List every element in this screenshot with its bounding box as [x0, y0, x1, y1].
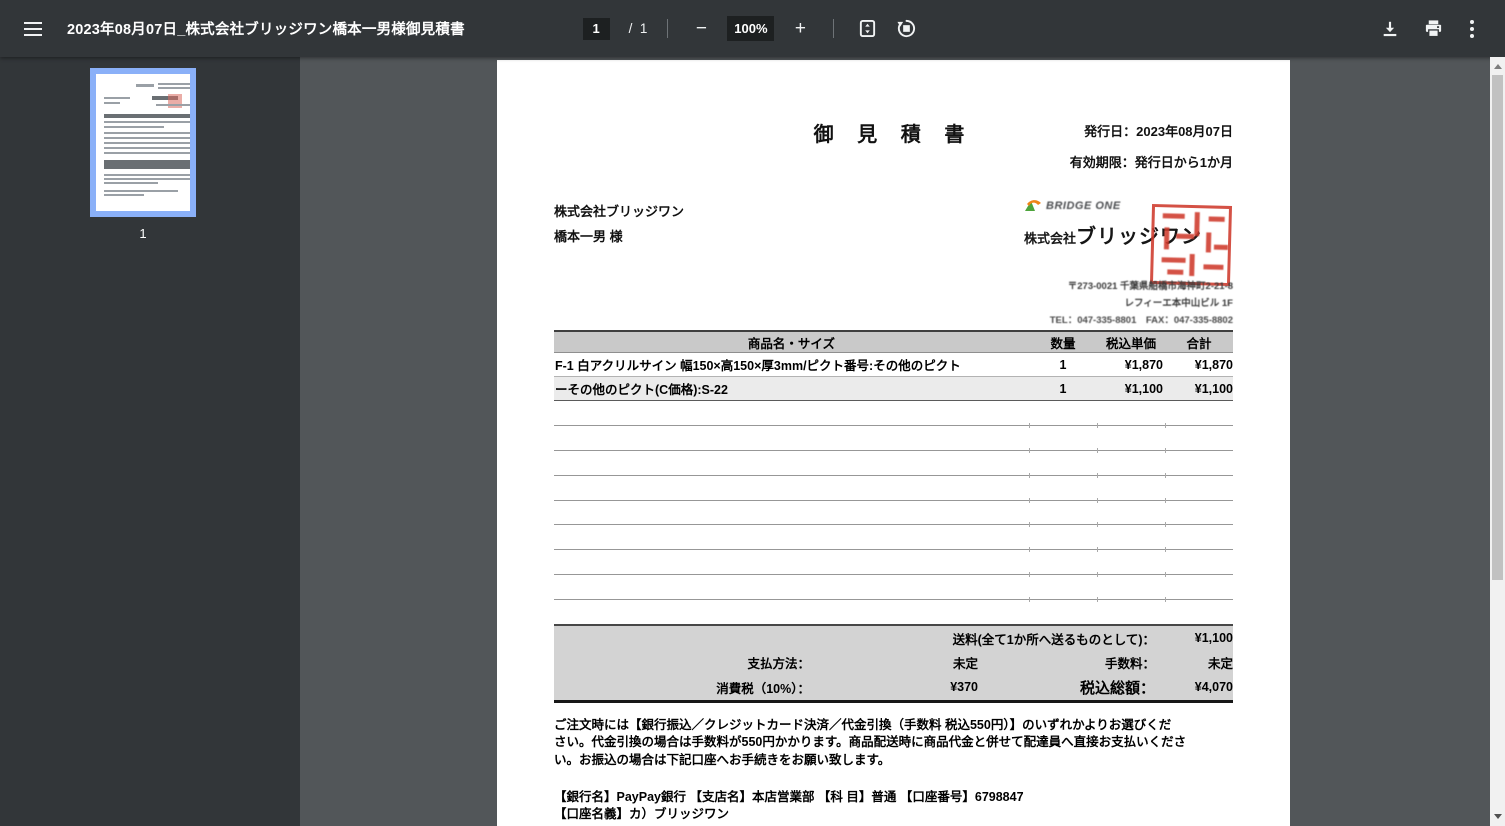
- empty-table-row: [554, 401, 1233, 428]
- payment-method-label: 支払方法：: [747, 657, 810, 672]
- toolbar-divider: [667, 19, 669, 38]
- empty-table-row: [554, 476, 1233, 503]
- issuer-address-line1: 〒273-0021 千葉県船橋市海神町2-21-8: [1067, 281, 1233, 292]
- issuer-block: BRIDGE ONE 株式会社ブリッジワン 〒273-0021 千葉県船橋市海神…: [1024, 198, 1233, 327]
- items-table-header: 商品名・サイズ 数量 税込単価 合計: [554, 330, 1233, 353]
- items-rows: F-1 白アクリルサイン 幅150×高150×厚3mm/ピクト番号:その他のピク…: [554, 353, 1233, 401]
- recipient-company: 株式会社ブリッジワン: [554, 204, 685, 219]
- document-title: 2023年08月07日_株式会社ブリッジワン橋本一男様御見積書: [67, 22, 465, 38]
- page-thumbnail[interactable]: 1: [90, 68, 196, 241]
- toolbar: 2023年08月07日_株式会社ブリッジワン橋本一男様御見積書 / 1 − 10…: [0, 0, 1505, 57]
- issue-date: 発行日：2023年08月07日: [1084, 124, 1233, 139]
- header-product: 商品名・サイズ: [747, 336, 836, 351]
- table-cell: 1: [1059, 357, 1067, 372]
- table-cell: ¥1,100: [1124, 381, 1163, 396]
- empty-table-row: [554, 575, 1233, 603]
- zoom-level-display[interactable]: 100%: [727, 16, 775, 41]
- header-quantity: 数量: [1050, 336, 1076, 351]
- table-row: F-1 白アクリルサイン 幅150×高150×厚3mm/ピクト番号:その他のピク…: [554, 353, 1233, 377]
- thumbnail-preview[interactable]: [90, 68, 196, 217]
- thumbnail-sidebar: 1: [0, 57, 300, 826]
- summary-payment-row: 支払方法： 未定 手数料： 未定: [554, 651, 1233, 676]
- empty-table-row: [554, 501, 1233, 528]
- header-total: 合計: [1186, 336, 1212, 351]
- logo-icon: [1025, 200, 1041, 211]
- validity-period: 有効期限：発行日から1か月: [1069, 155, 1233, 170]
- grand-total-label: 税込総額：: [1079, 679, 1155, 697]
- issuer-address-line3: TEL：047-335-8801 FAX：047-335-8802: [1049, 315, 1233, 326]
- header-unit-price: 税込単価: [1105, 336, 1156, 351]
- page-count-label: / 1: [628, 21, 648, 36]
- scroll-down-icon[interactable]: [1490, 809, 1505, 824]
- grand-total-value: ¥4,070: [1194, 680, 1233, 695]
- empty-rows: [554, 401, 1233, 603]
- company-stamp: [1149, 203, 1233, 287]
- fee-label: 手数料：: [1104, 657, 1155, 672]
- table-cell: ¥1,870: [1194, 357, 1233, 372]
- column-tick: [1097, 597, 1098, 603]
- summary-tax-row: 消費税（10%）： ¥370 税込総額： ¥4,070: [554, 675, 1233, 700]
- table-cell: ーその他のピクト(C価格):S-22: [555, 383, 728, 397]
- issuer-address-line2: レフィーエ本中山ビル 1F: [1124, 298, 1233, 309]
- rotate-icon[interactable]: [893, 16, 919, 42]
- more-options-icon[interactable]: [1463, 19, 1481, 38]
- scrollbar-thumb[interactable]: [1492, 75, 1503, 580]
- document-viewport[interactable]: 御 見 積 書 発行日：2023年08月07日 有効期限：発行日から1か月 株式…: [300, 57, 1490, 826]
- empty-table-row: [554, 426, 1233, 453]
- column-tick: [1029, 597, 1030, 603]
- table-cell: F-1 白アクリルサイン 幅150×高150×厚3mm/ピクト番号:その他のピク…: [555, 359, 961, 373]
- logo-brand-text: BRIDGE ONE: [1046, 199, 1121, 212]
- page-number-input[interactable]: [582, 17, 610, 40]
- toolbar-divider: [833, 19, 835, 38]
- download-icon[interactable]: [1377, 16, 1403, 42]
- empty-table-row: [554, 550, 1233, 578]
- payment-notes: ご注文時には【銀行振込／クレジットカード決済／代金引換（手数料 税込550円）】…: [554, 718, 1187, 767]
- empty-table-row: [554, 451, 1233, 478]
- table-cell: 1: [1059, 381, 1067, 396]
- vertical-scrollbar[interactable]: [1490, 57, 1505, 826]
- fee-value: 未定: [1207, 657, 1233, 672]
- table-row: ーその他のピクト(C価格):S-22 1 ¥1,100 ¥1,100: [554, 377, 1233, 401]
- bank-info-line2: 【口座名義】カ）ブリッジワン: [554, 807, 730, 821]
- zoom-out-button[interactable]: −: [688, 16, 714, 42]
- summary-box: 送料(全て1か所へ送るものとして)： ¥1,100 支払方法： 未定 手数料： …: [554, 624, 1233, 703]
- tax-label: 消費税（10%）：: [716, 681, 810, 696]
- empty-table-row: [554, 525, 1233, 553]
- summary-shipping-row: 送料(全て1か所へ送るものとして)： ¥1,100: [554, 626, 1233, 651]
- table-cell: ¥1,870: [1124, 357, 1163, 372]
- items-table: 商品名・サイズ 数量 税込単価 合計 F-1 白アクリルサイン 幅150×高15…: [554, 330, 1233, 603]
- menu-icon[interactable]: [21, 17, 45, 41]
- scroll-up-icon[interactable]: [1490, 59, 1505, 74]
- shipping-label: 送料(全て1か所へ送るものとして)：: [952, 632, 1155, 647]
- shipping-value: ¥1,100: [1194, 631, 1233, 646]
- print-icon[interactable]: [1420, 16, 1446, 42]
- table-cell: ¥1,100: [1194, 381, 1233, 396]
- pdf-viewer-window: 2023年08月07日_株式会社ブリッジワン橋本一男様御見積書 / 1 − 10…: [0, 0, 1505, 826]
- tax-value: ¥370: [950, 680, 978, 695]
- pdf-page: 御 見 積 書 発行日：2023年08月07日 有効期限：発行日から1か月 株式…: [497, 60, 1290, 826]
- zoom-in-button[interactable]: +: [787, 16, 813, 42]
- payment-method-value: 未定: [952, 657, 978, 672]
- recipient-name: 橋本一男 様: [554, 229, 623, 244]
- fit-to-page-icon[interactable]: [854, 16, 880, 42]
- thumbnail-page-number: 1: [139, 226, 147, 241]
- column-tick: [1165, 597, 1166, 603]
